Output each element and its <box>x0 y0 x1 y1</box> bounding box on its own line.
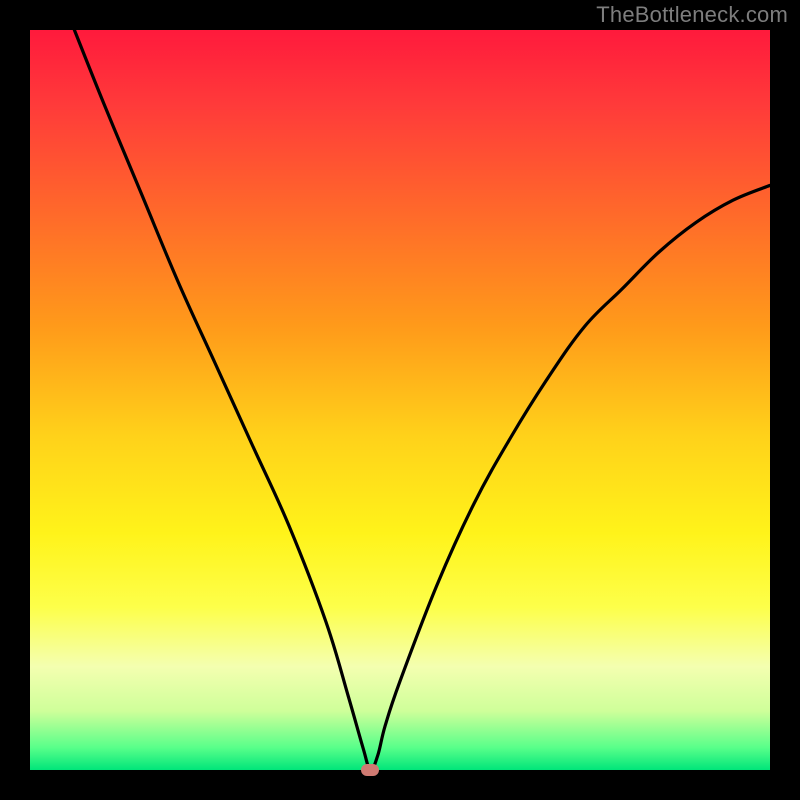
plot-area <box>30 30 770 770</box>
optimal-point-marker <box>361 764 379 776</box>
bottleneck-curve <box>74 30 770 770</box>
chart-frame: TheBottleneck.com <box>0 0 800 800</box>
curve-svg <box>30 30 770 770</box>
watermark-text: TheBottleneck.com <box>596 2 788 28</box>
